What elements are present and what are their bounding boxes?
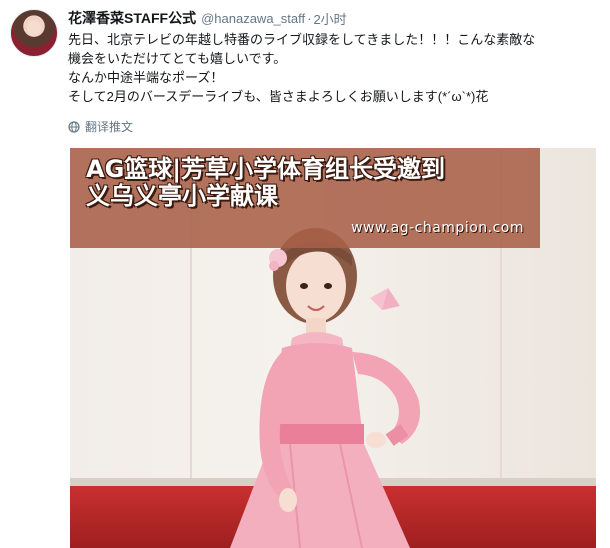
tweet-text-line: そして2月のバースデーライブも、皆さまよろしくお願いします(*´ω`*)花 [68, 89, 489, 104]
separator: · [307, 10, 312, 26]
globe-icon [68, 120, 80, 133]
avatar-face [27, 20, 41, 36]
watermark-banner: AG篮球|芳草小学体育组长受邀到 义乌义亭小学献课 www.ag-champio… [70, 148, 540, 248]
translate-tweet-link[interactable]: 翻译推文 [68, 118, 133, 135]
tweet-text-line: 先日、北京テレビの年越し特番のライブ収録をしてきました！！！こんな素敵な [68, 32, 536, 47]
display-name[interactable]: 花澤香菜STAFF公式 [68, 8, 196, 28]
timestamp[interactable]: 2小时 [313, 9, 346, 28]
translate-label: 翻译推文 [85, 120, 134, 134]
user-handle[interactable]: @hanazawa_staff [201, 11, 305, 26]
tweet-text: 先日、北京テレビの年越し特番のライブ収録をしてきました！！！こんな素敵な 機会を… [68, 30, 598, 106]
watermark-title: AG篮球|芳草小学体育组长受邀到 义乌义亭小学献课 [86, 156, 526, 210]
tweet-text-line: 機会をいただけてとても嬉しいです。 [68, 51, 287, 66]
avatar[interactable] [10, 9, 58, 57]
watermark-url: www.ag-champion.com [351, 220, 524, 236]
tweet: 花澤香菜STAFF公式 @hanazawa_staff · 2小时 先日、北京テ… [0, 0, 610, 548]
tweet-header: 花澤香菜STAFF公式 @hanazawa_staff · 2小时 [68, 8, 347, 28]
watermark-title-line: 义乌义亭小学献课 [86, 182, 278, 210]
tweet-text-line: なんか中途半端なポーズ！ [68, 70, 224, 85]
watermark-title-line: AG篮球|芳草小学体育组长受邀到 [86, 155, 446, 183]
